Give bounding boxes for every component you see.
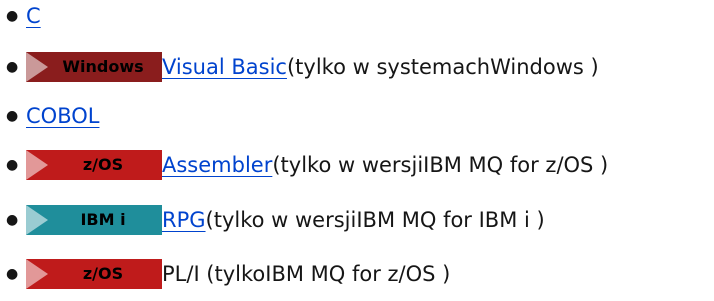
- link-visual-basic[interactable]: Visual Basic: [162, 55, 287, 79]
- item-note: (tylko w wersjiIBM MQ for IBM i ): [205, 208, 545, 232]
- windows-badge: Windows: [26, 52, 162, 82]
- item-note: PL/I (tylkoIBM MQ for z/OS ): [162, 262, 451, 286]
- arrow-icon: [26, 205, 48, 235]
- arrow-icon: [26, 259, 48, 289]
- bullet-icon: ●: [6, 59, 19, 75]
- item-note: (tylko w systemachWindows ): [286, 55, 599, 79]
- bullet-icon: ●: [6, 157, 19, 173]
- bullet-icon: ●: [6, 266, 19, 282]
- link-cobol[interactable]: COBOL: [26, 104, 99, 128]
- zos-badge: z/OS: [26, 150, 162, 180]
- link-rpg[interactable]: RPG: [162, 208, 206, 232]
- list-item: ● C: [6, 4, 41, 28]
- list-item: ● z/OS Assembler (tylko w wersjiIBM MQ f…: [6, 150, 608, 180]
- list-item: ● IBM i RPG (tylko w wersjiIBM MQ for IB…: [6, 205, 545, 235]
- list-item: ● COBOL: [6, 104, 99, 128]
- list-item: ● Windows Visual Basic (tylko w systemac…: [6, 52, 599, 82]
- link-c[interactable]: C: [26, 4, 41, 28]
- link-assembler[interactable]: Assembler: [162, 153, 272, 177]
- bullet-icon: ●: [6, 108, 19, 124]
- ibmi-badge: IBM i: [26, 205, 162, 235]
- item-note: (tylko w wersjiIBM MQ for z/OS ): [272, 153, 609, 177]
- bullet-icon: ●: [6, 212, 19, 228]
- arrow-icon: [26, 150, 48, 180]
- bullet-icon: ●: [6, 8, 19, 24]
- list-item: ● z/OS PL/I (tylkoIBM MQ for z/OS ): [6, 259, 450, 289]
- zos-badge: z/OS: [26, 259, 162, 289]
